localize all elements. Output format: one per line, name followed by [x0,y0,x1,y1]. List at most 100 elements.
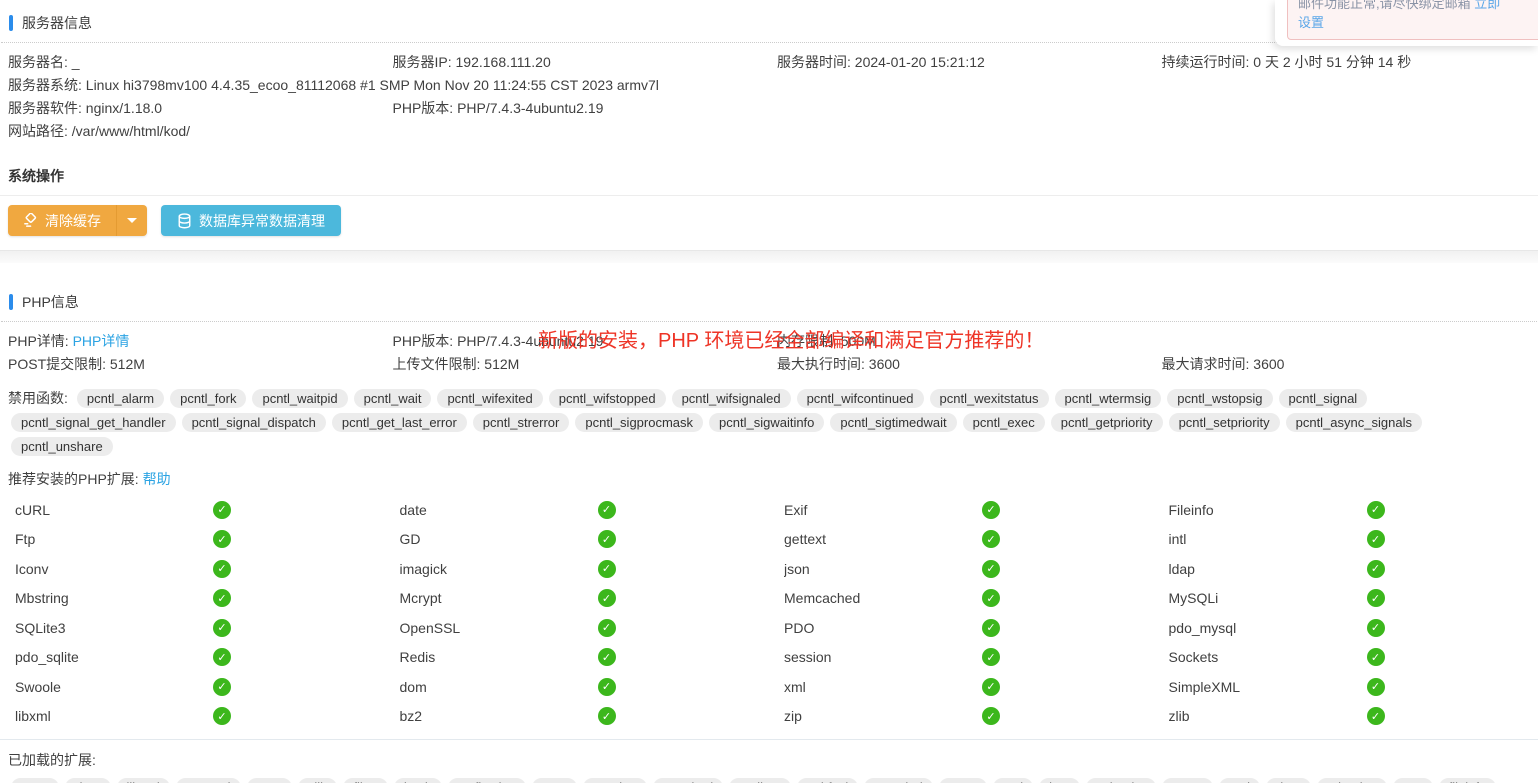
recommended-extension-cell: date✓ [385,495,770,525]
tag-pill: curl [1219,778,1260,783]
recommended-extension-cell: xml✓ [769,672,1154,702]
help-link[interactable]: 帮助 [143,471,171,487]
info-field: 服务器软件: nginx/1.18.0 [0,96,385,119]
extension-name: zip [784,708,982,724]
tag-pill: pcntl_wait [354,389,432,408]
info-row: 服务器系统: Linux hi3798mv100 4.4.35_ecoo_811… [0,73,1538,96]
check-circle-icon: ✓ [598,560,616,578]
info-field: PHP版本: PHP/7.4.3-4ubuntu2.19 [385,96,770,119]
recommended-extension-cell: bz2✓ [385,702,770,732]
extension-name: libxml [15,708,213,724]
bind-email-alert: 邮件功能正常,请尽快绑定邮箱 立即 设置 [1287,0,1538,40]
tag-pill: pcntl_wifexited [437,389,542,408]
recommended-extension-cell: SimpleXML✓ [1154,672,1538,702]
check-circle-icon: ✓ [213,530,231,548]
clear-cache-button[interactable]: 清除缓存 [8,211,116,231]
check-circle-icon: ✓ [213,707,231,725]
info-field: PHP详情: PHP详情 [0,329,385,352]
tag-pill: pcntl_sigwaitinfo [709,413,824,432]
bind-now-link-part2[interactable]: 设置 [1298,15,1324,30]
recommended-extensions-grid: cURL✓date✓Exif✓Fileinfo✓Ftp✓GD✓gettext✓i… [0,491,1538,739]
tag-pill: pcntl_wstopsig [1167,389,1272,408]
check-circle-icon: ✓ [982,530,1000,548]
tag-pill: pcntl_wifcontinued [797,389,924,408]
db-clean-button[interactable]: 数据库异常数据清理 [161,205,341,236]
check-circle-icon: ✓ [213,648,231,666]
tag-pill: mysqlnd [864,778,932,783]
recommended-extension-cell: PDO✓ [769,613,1154,643]
system-ops-buttons: 清除缓存 数据库异常数据清理 [0,196,1538,248]
tag-pill: calendar [1086,778,1156,783]
tag-pill: session [583,778,647,783]
recommended-extension-cell: GD✓ [385,525,770,555]
recommended-extension-cell: cURL✓ [0,495,385,525]
tag-pill: pcntl_alarm [77,389,164,408]
extension-name: GD [400,531,598,547]
tag-pill: mbstring [1317,778,1387,783]
tag-pill: xml [993,778,1033,783]
info-row: 服务器软件: nginx/1.18.0PHP版本: PHP/7.4.3-4ubu… [0,96,1538,119]
notification-popup: 邮件功能正常,请尽快绑定邮箱 立即 设置 [1275,0,1538,46]
info-field-text: 上传文件限制: 512M [393,356,520,372]
info-field: 最大请求时间: 3600 [1154,352,1538,375]
extension-name: Ftp [15,531,213,547]
clear-cache-dropdown-toggle[interactable] [116,205,147,236]
install-annotation-text: 新版的安装，PHP 环境已经全部编译和满足官方推荐的！ [538,324,1044,353]
tag-pill: filter [343,778,388,783]
tag-pill: pcntl_wifstopped [549,389,666,408]
recommended-extension-cell: pdo_sqlite✓ [0,643,385,673]
check-circle-icon: ✓ [1367,501,1385,519]
recommended-extension-cell: Swoole✓ [0,672,385,702]
check-circle-icon: ✓ [598,530,616,548]
extension-name: Redis [400,649,598,665]
tag-pill: libxml [117,778,170,783]
check-circle-icon: ✓ [213,619,231,637]
check-circle-icon: ✓ [1367,589,1385,607]
tag-pill: SPL [532,778,577,783]
check-circle-icon: ✓ [598,678,616,696]
info-field: 上传文件限制: 512M [385,352,770,375]
tag-pill: pcntl_sigprocmask [575,413,703,432]
tag-pill: pcntl_unshare [11,437,113,456]
info-field-text: 服务器名: _ [8,54,80,70]
loaded-extensions-section: 已加载的扩展: Coredatelibxmlopensslpcrezlibfil… [0,739,1538,783]
check-circle-icon: ✓ [1367,560,1385,578]
tag-pill: zlib [298,778,338,783]
tag-pill: hash [394,778,442,783]
database-icon [177,213,192,229]
recommended-extension-cell: Fileinfo✓ [1154,495,1538,525]
info-field: 服务器时间: 2024-01-20 15:21:12 [769,50,1154,73]
info-field-text: PHP详情: [8,333,73,349]
extension-name: Exif [784,502,982,518]
tag-pill: PDO [939,778,987,783]
extension-name: ldap [1169,561,1367,577]
system-ops-title: 系统操作 [0,158,1538,196]
check-circle-icon: ✓ [598,501,616,519]
tag-pill: pcntl_wexitstatus [930,389,1049,408]
section-accent-bar [9,15,13,31]
tag-pill: pcntl_signal_get_handler [11,413,176,432]
info-row: 服务器名: _ 服务器IP: 192.168.111.20 服务器时间: 2024-… [0,50,1538,73]
tag-pill: pcntl_sigtimedwait [830,413,956,432]
tag-pill: ctype [1162,778,1213,783]
recommended-extensions-label-row: 推荐安装的PHP扩展: 帮助 [0,461,1538,491]
info-field-text: 服务器IP: 192.168.111.20 [393,54,551,70]
bind-now-link-part1[interactable]: 立即 [1474,0,1500,11]
info-field-link[interactable]: PHP详情 [73,333,130,349]
check-circle-icon: ✓ [213,560,231,578]
server-settings-page: 服务器信息 服务器名: _服务器IP: 192.168.111.20服务器时间:… [0,0,1538,783]
check-circle-icon: ✓ [213,589,231,607]
recommended-extension-cell: MySQLi✓ [1154,584,1538,614]
section-system-ops: 系统操作 清除缓存 [0,158,1538,248]
tag-pill: Reflection [448,778,526,783]
info-field-text: 服务器时间: 2024-01-20 15:21:12 [777,54,985,70]
recommended-extension-cell: zip✓ [769,702,1154,732]
tag-pill: date [65,778,110,783]
recommended-extension-cell: zlib✓ [1154,702,1538,732]
recommended-extension-cell: Sockets✓ [1154,643,1538,673]
loaded-extensions-tags: CoredatelibxmlopensslpcrezlibfilterhashR… [0,772,1538,783]
section-divider [0,250,1538,263]
extension-name: SimpleXML [1169,679,1367,695]
recommended-extension-cell: Redis✓ [385,643,770,673]
recommended-extension-cell: Iconv✓ [0,554,385,584]
